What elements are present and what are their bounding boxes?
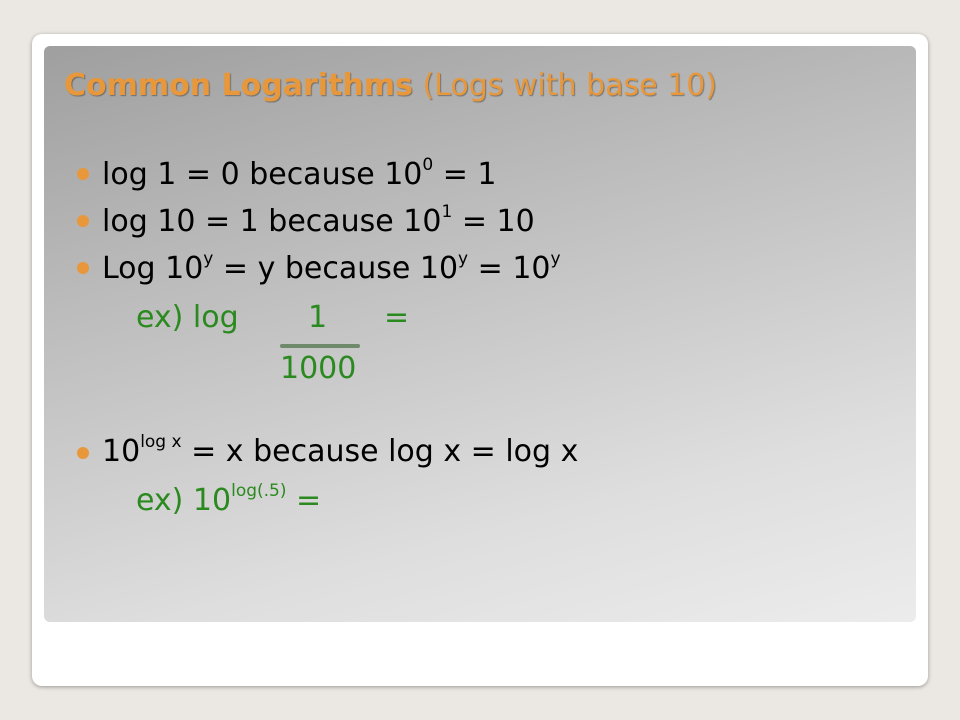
example1-prefix: ex) log: [136, 300, 239, 335]
title-main: Common Logarithms: [64, 68, 413, 103]
bullet-log-10y: Log 10y = y because 10y = 10y: [102, 251, 561, 286]
bullet-text: = 10: [468, 251, 551, 286]
bullet-text: 10: [102, 434, 141, 469]
slide-title: Common Logarithms (Logs with base 10): [64, 68, 717, 103]
bullet-marker: [77, 168, 89, 180]
bullet-marker: [77, 215, 89, 227]
exponent: y: [550, 249, 561, 269]
title-subtitle: (Logs with base 10): [412, 68, 718, 103]
bullet-text: = x because log x = log x: [181, 434, 579, 469]
bullet-text: = y because 10: [213, 251, 459, 286]
exponent: y: [203, 249, 214, 269]
bullet-10-log-x: 10log x = x because log x = log x: [102, 434, 579, 469]
example1-numerator: 1: [308, 300, 328, 335]
exponent: y: [458, 249, 469, 269]
example2-text: ex) 10: [136, 483, 232, 518]
bullet-text: log 1 = 0 because 10: [102, 157, 423, 192]
bullet-text: = 10: [452, 204, 535, 239]
bullet-log1: log 1 = 0 because 100 = 1: [102, 157, 497, 192]
example2: ex) 10log(.5) =: [136, 483, 322, 518]
exponent: log(.5): [231, 481, 287, 501]
bullet-log10: log 10 = 1 because 101 = 10: [102, 204, 535, 239]
fraction-bar: [280, 344, 360, 348]
exponent: 1: [441, 202, 453, 222]
example1-equals: =: [384, 300, 410, 335]
bullet-text: Log 10: [102, 251, 204, 286]
bullet-marker: [77, 262, 89, 274]
example2-text: =: [286, 483, 322, 518]
example1-denominator: 1000: [280, 351, 357, 386]
bullet-marker: [77, 447, 89, 459]
exponent: log x: [140, 432, 182, 452]
bullet-text: = 1: [433, 157, 497, 192]
bullet-text: log 10 = 1 because 10: [102, 204, 442, 239]
exponent: 0: [422, 155, 434, 175]
